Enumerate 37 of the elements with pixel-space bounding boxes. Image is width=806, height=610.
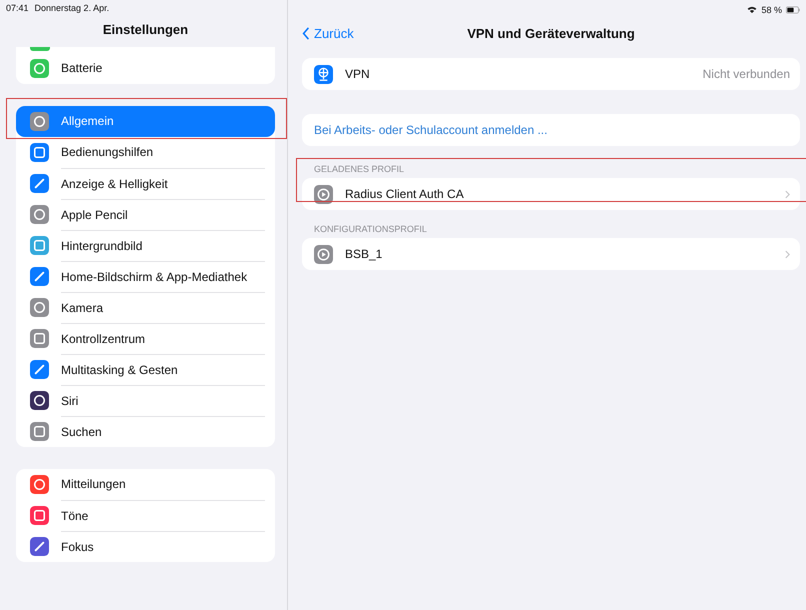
chevron-left-icon [302, 26, 310, 40]
sidebar-item[interactable]: Apple Pencil [16, 199, 275, 230]
sidebar-item[interactable]: Siri [16, 385, 275, 416]
sidebar-item[interactable]: Home-Bildschirm & App-Mediathek [16, 261, 275, 292]
vpn-label: VPN [345, 67, 371, 81]
sidebar-item[interactable]: Anzeige & Helligkeit [16, 168, 275, 199]
status-date: Donnerstag 2. Apr. [34, 3, 110, 13]
back-label[interactable]: Zurück [314, 26, 354, 40]
profile-row[interactable]: BSB_1 [302, 238, 800, 270]
wifi-icon [747, 6, 758, 14]
sidebar-item[interactable]: Mitteilungen [16, 469, 275, 500]
vpn-row[interactable]: VPN Nicht verbunden [302, 58, 800, 90]
back-button[interactable]: Zurück [302, 26, 354, 40]
battery-icon [786, 6, 800, 14]
sidebar-item[interactable]: Kontrollzentrum [16, 323, 275, 354]
sidebar-item[interactable]: Suchen [16, 416, 275, 447]
profile-row[interactable]: Radius Client Auth CA [302, 178, 800, 210]
vpn-status: Nicht verbunden [702, 67, 790, 81]
sidebar-item[interactable]: Bedienungshilfen [16, 137, 275, 168]
section-header: KONFIGURATIONSPROFIL [313, 224, 428, 236]
signin-link[interactable]: Bei Arbeits- oder Schulaccount anmelden ... [314, 123, 548, 137]
page-title: VPN und Geräteverwaltung [467, 26, 635, 40]
sidebar-title: Einstellungen [102, 21, 190, 39]
sidebar-item[interactable]: Multitasking & Gesten [16, 354, 275, 385]
globe-icon [314, 64, 333, 84]
chevron-right-icon [785, 250, 790, 258]
sidebar-item[interactable]: Kamera [16, 292, 275, 323]
battery-percent: 58 % [761, 5, 782, 15]
section-header: GELADENES PROFIL [313, 164, 406, 176]
chevron-right-icon [785, 190, 790, 198]
sidebar-item[interactable]: Fokus [16, 531, 275, 562]
sidebar-item[interactable]: Batterie [16, 53, 275, 84]
sidebar-item[interactable]: Töne [16, 500, 275, 531]
icon-edge [30, 47, 50, 51]
sidebar-item[interactable]: Hintergrundbild [16, 230, 275, 261]
sidebar-item[interactable]: Allgemein [16, 106, 275, 137]
status-time: 07:41 [6, 3, 29, 13]
